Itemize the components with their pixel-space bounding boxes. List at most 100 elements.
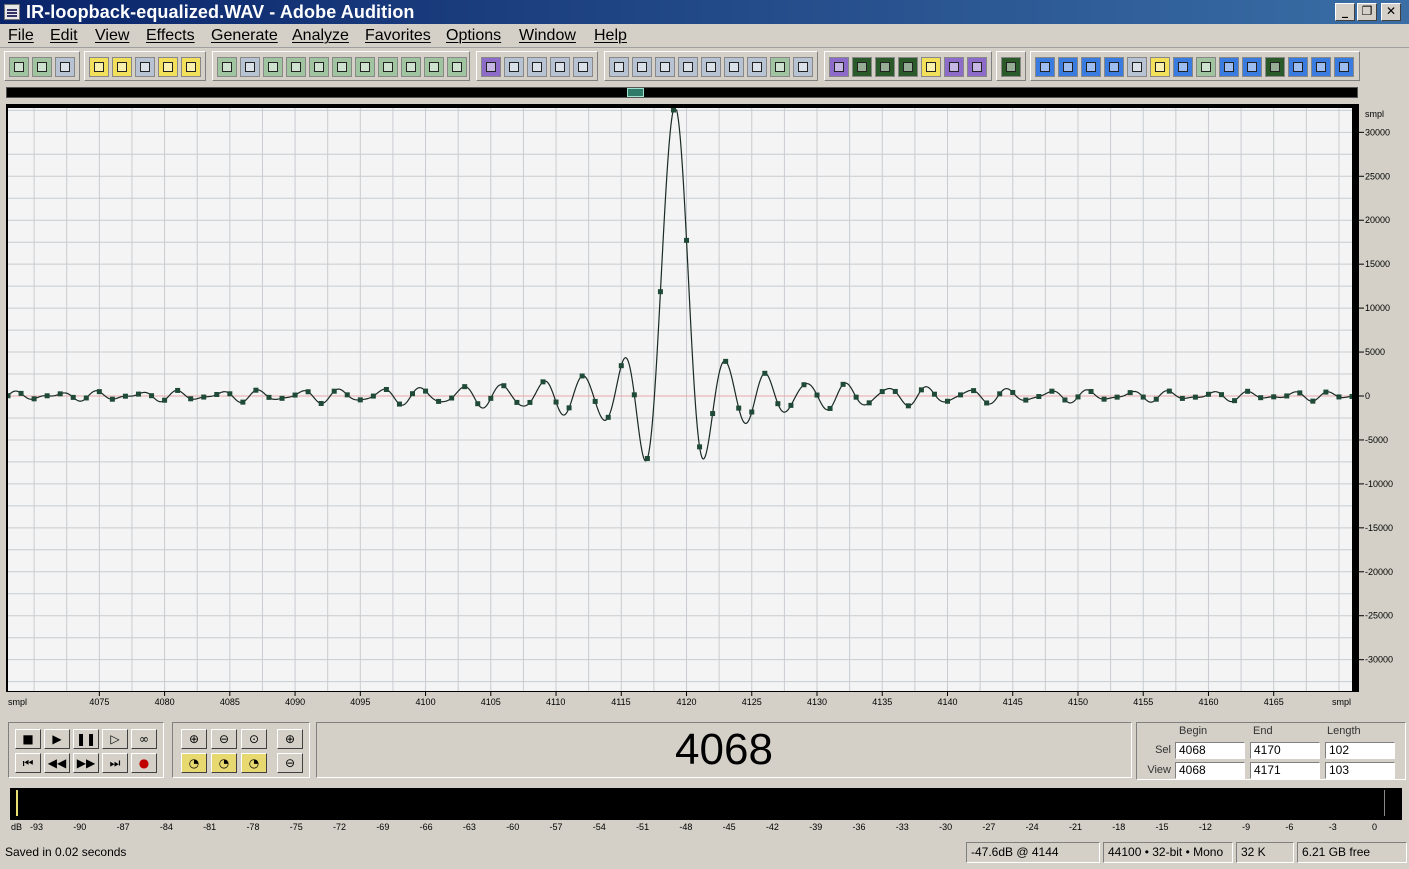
stop-button[interactable]: ■ <box>15 729 41 749</box>
plugin-ap-icon[interactable] <box>1035 57 1055 77</box>
menu-favorites[interactable]: Favorites <box>365 27 431 45</box>
selection-window-icon[interactable] <box>747 57 767 77</box>
menu-edit[interactable]: Edit <box>50 27 78 45</box>
menu-effects[interactable]: Effects <box>146 27 195 45</box>
open-file-icon[interactable] <box>112 57 132 77</box>
level-meter[interactable]: dB -93 -90 -87 -84 -81 -78 -75 -72 -69 -66 -63 -60-… <box>6 785 1406 835</box>
waveform-analysis-icon[interactable] <box>898 57 918 77</box>
overview-bar[interactable] <box>6 87 1358 98</box>
plugin-itu-p56-icon[interactable] <box>1288 57 1308 77</box>
edit-view-icon[interactable] <box>9 57 29 77</box>
app-icon[interactable] <box>4 4 20 20</box>
menu-analyze[interactable]: Analyze <box>292 27 349 45</box>
menu-file[interactable]: File <box>8 27 34 45</box>
normalize-icon[interactable] <box>944 57 964 77</box>
plugin-yellow-icon[interactable] <box>1150 57 1170 77</box>
level-meter-icon[interactable] <box>770 57 790 77</box>
fast-forward-button[interactable]: ▶▶ <box>73 753 99 773</box>
new-file-icon[interactable] <box>89 57 109 77</box>
play-to-end-button[interactable]: ▷ <box>102 729 128 749</box>
effects-rack-icon[interactable] <box>655 57 675 77</box>
time-window-icon[interactable] <box>724 57 744 77</box>
title-bar[interactable]: IR-loopback-equalized.WAV - Adobe Auditi… <box>0 0 1409 24</box>
menu-generate[interactable]: Generate <box>211 27 278 45</box>
convolution-icon[interactable] <box>921 57 941 77</box>
rewind-button[interactable]: ◀◀ <box>44 753 70 773</box>
redo-icon[interactable] <box>240 57 260 77</box>
sample-ruler[interactable]: smpl smpl 4075 4080 4085 4090 4095 4100 4105 41… <box>6 691 1359 710</box>
plugin-rainbow-icon[interactable] <box>1242 57 1262 77</box>
multitrack-view-icon[interactable] <box>32 57 52 77</box>
save-as-icon[interactable] <box>158 57 178 77</box>
go-to-end-button[interactable]: ⏭ <box>102 753 128 773</box>
plugin-x-icon[interactable] <box>1127 57 1147 77</box>
menu-view[interactable]: View <box>95 27 129 45</box>
frequency-analysis-icon[interactable] <box>1001 57 1021 77</box>
organizer-icon[interactable] <box>632 57 652 77</box>
copy-icon[interactable] <box>309 57 329 77</box>
zoom-full-icon[interactable]: ⊙ <box>241 729 267 749</box>
zoom-in-horizontal-icon[interactable]: ⊕ <box>181 729 207 749</box>
waveform-display[interactable] <box>5 107 1355 692</box>
close-button[interactable]: ✕ <box>1381 3 1401 21</box>
view-end-field[interactable]: 4171 <box>1250 762 1320 779</box>
plugin-bars-icon[interactable] <box>1219 57 1239 77</box>
waveform-view-icon[interactable] <box>504 57 524 77</box>
plugin-blue-icon[interactable] <box>1173 57 1193 77</box>
cd-view-icon[interactable] <box>55 57 75 77</box>
view-begin-field[interactable]: 4068 <box>1175 762 1245 779</box>
pan-view-icon[interactable] <box>527 57 547 77</box>
plugin-color-icon[interactable] <box>1265 57 1285 77</box>
amplify-icon[interactable] <box>829 57 849 77</box>
zoom-to-selection-icon[interactable]: ◔ <box>181 753 207 773</box>
menu-options[interactable]: Options <box>446 27 501 45</box>
phase-view-icon[interactable] <box>550 57 570 77</box>
spectral-view-icon[interactable] <box>481 57 501 77</box>
zoom-out-horizontal-icon[interactable]: ⊖ <box>211 729 237 749</box>
trim-icon[interactable] <box>401 57 421 77</box>
menu-help[interactable]: Help <box>594 27 627 45</box>
select-all-icon[interactable] <box>286 57 306 77</box>
envelope-icon[interactable] <box>967 57 987 77</box>
restore-button[interactable]: ❐ <box>1357 3 1377 21</box>
zoom-right-edge-icon[interactable]: ◔ <box>241 753 267 773</box>
frequency-view-icon[interactable] <box>573 57 593 77</box>
sel-length-field[interactable]: 102 <box>1325 742 1395 759</box>
overview-view-thumb[interactable] <box>627 88 644 97</box>
status-bar-icon[interactable] <box>793 57 813 77</box>
undo-icon[interactable] <box>217 57 237 77</box>
minimize-button[interactable]: _ <box>1335 3 1355 21</box>
mix-paste-icon[interactable] <box>378 57 398 77</box>
amplitude-ruler[interactable]: smpl 30000 25000 20000 15000 10000 5000 0 -5000… <box>1356 104 1406 710</box>
paste-icon[interactable] <box>355 57 375 77</box>
cut-icon[interactable] <box>332 57 352 77</box>
zoom-window-icon[interactable] <box>701 57 721 77</box>
record-button[interactable]: ● <box>131 753 157 773</box>
zoom-out-vertical-icon[interactable]: ⊖ <box>277 753 303 773</box>
loop-button[interactable]: ∞ <box>131 729 157 749</box>
plugin-sti-icon[interactable] <box>1311 57 1331 77</box>
menu-window[interactable]: Window <box>519 27 576 45</box>
repeat-icon[interactable] <box>263 57 283 77</box>
fir-filter-icon[interactable] <box>852 57 872 77</box>
sel-begin-field[interactable]: 4068 <box>1175 742 1245 759</box>
save-all-icon[interactable] <box>181 57 201 77</box>
plugin-last-icon[interactable] <box>1334 57 1354 77</box>
transport-icon[interactable] <box>678 57 698 77</box>
play-button[interactable]: ▶ <box>44 729 70 749</box>
plugin-spectrum-icon[interactable] <box>1196 57 1216 77</box>
zoom-in-vertical-icon[interactable]: ⊕ <box>277 729 303 749</box>
view-length-field[interactable]: 103 <box>1325 762 1395 779</box>
go-to-start-button[interactable]: ⏮ <box>15 753 41 773</box>
zoom-left-edge-icon[interactable]: ◔ <box>211 753 237 773</box>
plugin-varp-icon[interactable] <box>1104 57 1124 77</box>
plugin-mq-icon[interactable] <box>1081 57 1101 77</box>
crop-icon[interactable] <box>424 57 444 77</box>
find-icon[interactable] <box>447 57 467 77</box>
save-icon[interactable] <box>135 57 155 77</box>
window-list-icon[interactable] <box>609 57 629 77</box>
iir-filter-icon[interactable] <box>875 57 895 77</box>
plugin-ap42-icon[interactable] <box>1058 57 1078 77</box>
pause-button[interactable]: ❚❚ <box>73 729 99 749</box>
sel-end-field[interactable]: 4170 <box>1250 742 1320 759</box>
